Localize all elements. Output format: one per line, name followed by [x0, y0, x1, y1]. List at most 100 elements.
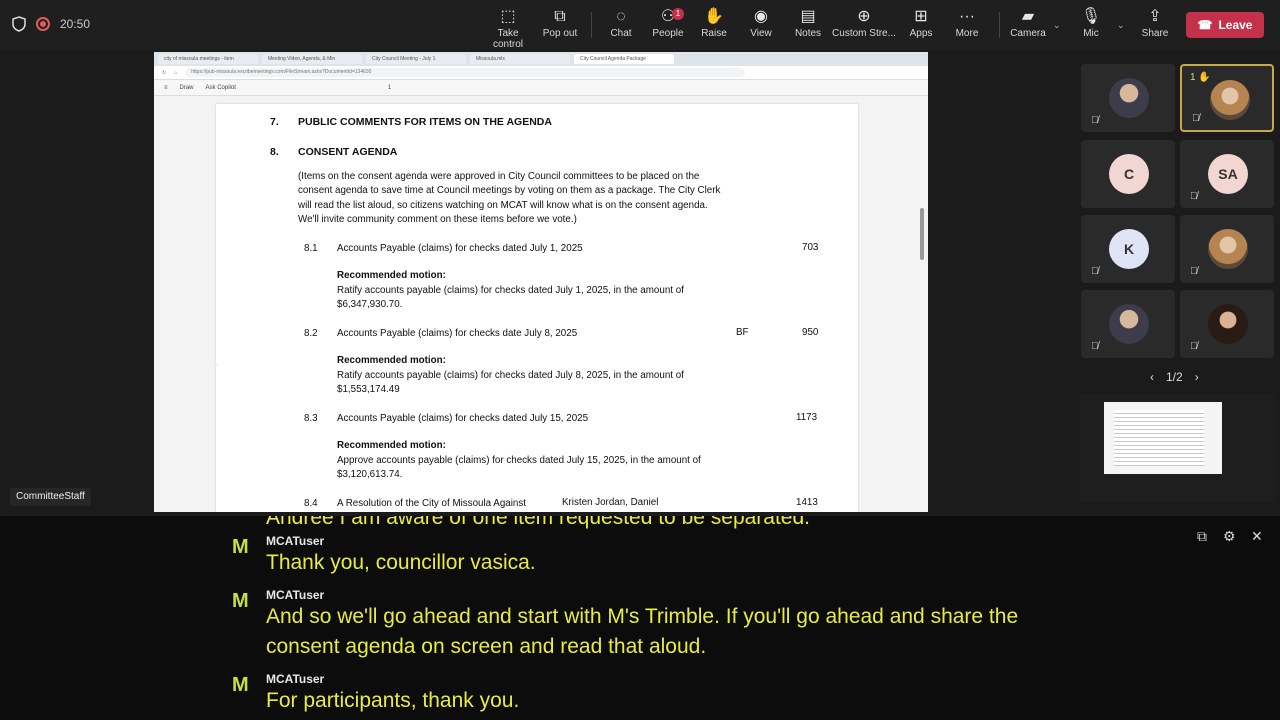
chevron-left-icon[interactable]: ‹	[1150, 370, 1154, 384]
caption-text: For participants, thank you.	[266, 689, 520, 712]
meeting-timer: 20:50	[60, 17, 91, 31]
custom-streaming-button[interactable]: ⊕ Custom Stre...	[832, 6, 896, 46]
home-icon[interactable]: ⌂	[174, 70, 177, 76]
agenda-item-page: 703	[802, 242, 819, 253]
raise-hand-button[interactable]: ✋ Raise	[688, 6, 740, 46]
caption-settings-gear-icon[interactable]: ⚙	[1223, 528, 1236, 545]
participant-tile[interactable]: 🎙̸	[1180, 215, 1274, 283]
mcat-logo-icon: M	[232, 536, 249, 558]
mic-button[interactable]: 🎙 Mic	[1065, 6, 1117, 46]
participant-avatar	[1109, 304, 1149, 344]
reload-icon[interactable]: ↻	[162, 70, 166, 76]
participant-tile[interactable]: K 🎙̸	[1081, 215, 1175, 283]
intro-line: will read the list aloud, so citizens wa…	[298, 200, 708, 211]
pop-out-button[interactable]: ⧉ Pop out	[534, 6, 586, 46]
chevron-right-icon[interactable]: ›	[1195, 370, 1199, 384]
url-field[interactable]: https://pub-missoula.escribemeetings.com…	[185, 68, 746, 77]
ask-copilot-button[interactable]: Ask Copilot	[206, 85, 236, 91]
mic-options-chevron-icon[interactable]: ⌄	[1117, 20, 1125, 31]
participant-tile[interactable]: 🎙̸	[1180, 290, 1274, 358]
item-heading: PUBLIC COMMENTS FOR ITEMS ON THE AGENDA	[298, 116, 552, 128]
people-button[interactable]: ⚇ 1 People	[642, 6, 694, 46]
agenda-item-title: Accounts Payable (claims) for checks dat…	[337, 243, 583, 254]
mic-muted-icon: 🎙̸	[1192, 113, 1200, 124]
page-indicator: 1/2	[1166, 370, 1183, 384]
browser-tab[interactable]: City Council Meeting - July 1	[366, 54, 466, 64]
more-button[interactable]: ··· More	[941, 6, 993, 46]
intro-line: consent agenda to save time at Council m…	[298, 185, 721, 196]
camera-button[interactable]: ▰ Camera	[1002, 6, 1054, 46]
mic-label: Mic	[1083, 28, 1099, 39]
people-icon: ⚇	[660, 8, 676, 25]
pop-out-label: Pop out	[542, 28, 578, 39]
pdf-scrollbar[interactable]	[920, 208, 924, 260]
menu-icon[interactable]: ≡	[164, 85, 168, 91]
recording-icon	[36, 17, 50, 31]
caption-text: And so we'll go ahead and start with M's…	[266, 605, 1019, 658]
browser-tab-active[interactable]: City Council Agenda Package	[574, 54, 674, 64]
participant-tile[interactable]: 🎙̸	[1081, 290, 1175, 358]
caption-close-icon[interactable]: ✕	[1251, 528, 1263, 545]
take-control-icon: ⬚	[500, 8, 516, 25]
agenda-item-number: 8.1	[304, 243, 318, 254]
browser-address-bar: ↻ ⌂ https://pub-missoula.escribemeetings…	[154, 66, 928, 80]
participant-tile-speaking[interactable]: 1 ✋ 🎙̸	[1180, 64, 1274, 132]
screen-share-preview[interactable]	[1080, 394, 1276, 502]
toolbar-divider	[591, 12, 592, 38]
globe-icon: ⊕	[857, 8, 871, 25]
agenda-item-page: 1413	[796, 497, 818, 508]
camera-label: Camera	[1010, 28, 1046, 39]
participant-tile[interactable]: 🎙̸	[1081, 64, 1175, 132]
participant-tile[interactable]: C	[1081, 140, 1175, 208]
agenda-item-sponsor: Kristen Jordan, Daniel	[562, 497, 659, 508]
motion-label: Recommended motion:	[337, 355, 446, 366]
camera-icon: ▰	[1021, 8, 1035, 25]
agenda-item-title: A Resolution of the City of Missoula Aga…	[337, 498, 526, 509]
mic-muted-icon: 🎙̸	[1190, 341, 1198, 352]
agenda-item-number: 8.4	[304, 498, 318, 509]
participant-tile[interactable]: SA 🎙̸	[1180, 140, 1274, 208]
page-number-field[interactable]: 1	[388, 85, 391, 91]
browser-tab[interactable]: city of missoula meetings - item	[158, 54, 258, 64]
mic-muted-icon: 🎙̸	[1091, 266, 1099, 277]
draw-tool[interactable]: Draw	[180, 85, 194, 91]
caption-speaker: MCATuser	[266, 672, 325, 686]
intro-line: We'll invite community comment on these …	[298, 214, 577, 225]
chat-label: Chat	[610, 28, 632, 39]
browser-tab[interactable]: Meeting Video, Agenda, & Min	[262, 54, 362, 64]
participant-avatar	[1210, 80, 1250, 120]
apps-icon: ⊞	[914, 8, 928, 25]
notes-label: Notes	[794, 28, 822, 39]
participant-avatar: C	[1109, 154, 1149, 194]
shared-screen: city of missoula meetings - item Meeting…	[154, 52, 928, 512]
mouse-cursor-icon: ➤	[211, 360, 220, 371]
pdf-toolbar: ≡ Draw Ask Copilot 1	[154, 80, 928, 96]
camera-options-chevron-icon[interactable]: ⌄	[1053, 20, 1061, 31]
caption-speaker: MCATuser	[266, 534, 325, 548]
participant-avatar	[1208, 229, 1248, 269]
caption-fragment: Andree I am aware of one item requested …	[266, 516, 811, 529]
motion-label: Recommended motion:	[337, 440, 446, 451]
apps-button[interactable]: ⊞ Apps	[895, 6, 947, 46]
chat-button[interactable]: ◌ Chat	[595, 6, 647, 46]
notes-button[interactable]: ▤ Notes	[782, 6, 834, 46]
caption-expand-icon[interactable]: ⧉	[1197, 528, 1207, 545]
meeting-toolbar: 20:50 ⬚ Take control ⧉ Pop out ◌ Chat ⚇ …	[0, 0, 1280, 50]
intro-line: (Items on the consent agenda were approv…	[298, 171, 700, 182]
motion-label: Recommended motion:	[337, 270, 446, 281]
agenda-item-sponsor: BF	[736, 327, 749, 338]
share-icon: ⇪	[1148, 8, 1162, 25]
mic-muted-icon: 🎙̸	[1091, 115, 1099, 126]
view-button[interactable]: ◉ View	[735, 6, 787, 46]
toolbar-divider	[999, 12, 1000, 38]
motion-amount: $1,553,174.49	[337, 384, 400, 395]
hand-count: 1	[1190, 72, 1196, 83]
mic-muted-icon: 🎙̸	[1190, 191, 1198, 202]
browser-tab[interactable]: Missoula.mlx	[470, 54, 570, 64]
raise-label: Raise	[701, 28, 727, 39]
leave-button[interactable]: ☎ Leave	[1186, 12, 1264, 38]
take-control-button[interactable]: ⬚ Take control	[482, 6, 534, 50]
participant-avatar: SA	[1208, 154, 1248, 194]
share-button[interactable]: ⇪ Share	[1129, 6, 1181, 46]
people-label: People	[652, 28, 684, 39]
